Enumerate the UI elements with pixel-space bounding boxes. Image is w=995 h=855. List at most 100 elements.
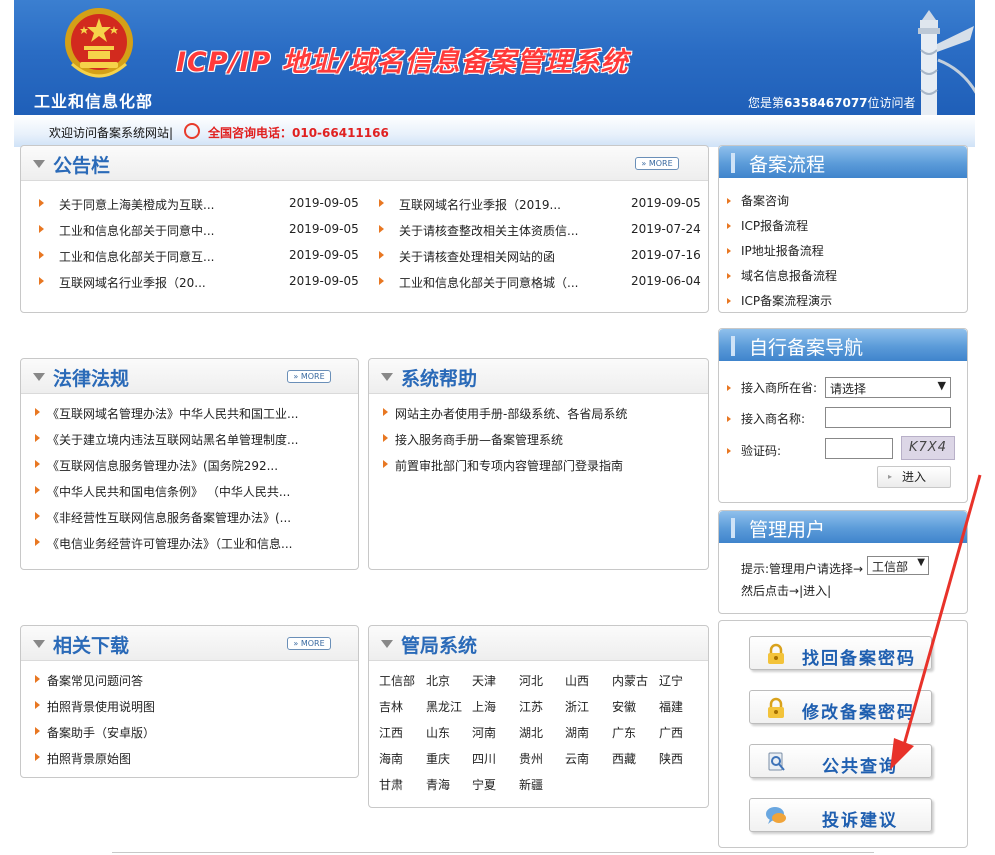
bureau-link[interactable]: 青海 — [426, 776, 450, 793]
process-item[interactable]: IP地址报备流程 — [727, 242, 824, 259]
bureau-link[interactable]: 海南 — [379, 750, 403, 767]
provider-name-input[interactable] — [825, 407, 951, 428]
help-item[interactable]: 网站主办者使用手册-部级系统、各省局系统 — [383, 405, 703, 423]
visitor-counter: 您是第6358467077位访问者 — [748, 94, 916, 111]
bullet-icon — [727, 198, 731, 204]
bureau-link[interactable]: 北京 — [426, 672, 450, 689]
announcement-item[interactable]: 互联网域名行业季报（20... 2019-09-05 — [39, 274, 359, 292]
help-item[interactable]: 接入服务商手册—备案管理系统 — [383, 431, 703, 449]
admin-title: 管理用户 — [749, 519, 826, 541]
province-select[interactable]: 请选择 ▼ — [825, 377, 951, 398]
download-item[interactable]: 拍照背景原始图 — [35, 750, 355, 768]
welcome-text: 欢迎访问备案系统网站| — [49, 126, 174, 140]
bureau-link[interactable]: 吉林 — [379, 698, 403, 715]
process-item[interactable]: 域名信息报备流程 — [727, 267, 837, 284]
bureau-link[interactable]: 江西 — [379, 724, 403, 741]
bureau-link[interactable]: 云南 — [565, 750, 589, 767]
bullet-icon — [379, 277, 384, 285]
bureau-link[interactable]: 上海 — [472, 698, 496, 715]
bureau-link[interactable]: 湖南 — [565, 724, 589, 741]
announcement-item[interactable]: 工业和信息化部关于同意中... 2019-09-05 — [39, 222, 359, 240]
bureau-link[interactable]: 河南 — [472, 724, 496, 741]
bureau-link[interactable]: 贵州 — [519, 750, 543, 767]
bullet-icon — [39, 199, 44, 207]
announcement-title: 公告栏 — [53, 155, 111, 177]
law-item[interactable]: 《关于建立境内违法互联网站黑名单管理制度... — [35, 431, 355, 449]
bureau-link[interactable]: 河北 — [519, 672, 543, 689]
bureau-link[interactable]: 天津 — [472, 672, 496, 689]
bullet-icon — [383, 460, 388, 468]
bureau-link[interactable]: 山东 — [426, 724, 450, 741]
bullet-icon — [727, 223, 731, 229]
announcement-item[interactable]: 工业和信息化部关于同意格城（... 2019-06-04 — [379, 274, 701, 292]
self-nav-header: 自行备案导航 — [719, 329, 967, 361]
complaint-button[interactable]: 投诉建议 — [749, 798, 932, 832]
announcement-item[interactable]: 互联网域名行业季报（2019... 2019-09-05 — [379, 196, 701, 214]
admin-then-text: 然后点击→|进入| — [741, 584, 832, 598]
announcement-more-button[interactable]: » MORE — [635, 157, 679, 170]
law-item[interactable]: 《互联网信息服务管理办法》(国务院292... — [35, 457, 355, 475]
download-item[interactable]: 备案助手（安卓版） — [35, 724, 355, 742]
admin-hint: 提示:管理用户请选择→ — [741, 562, 864, 576]
visitor-count: 6358467077 — [784, 96, 868, 110]
download-item[interactable]: 拍照背景使用说明图 — [35, 698, 355, 716]
process-header: 备案流程 — [719, 146, 967, 178]
site-header: 工业和信息化部 ICP/IP 地址/域名信息备案管理系统 您是第63584670… — [14, 0, 975, 115]
bureau-link[interactable]: 宁夏 — [472, 776, 496, 793]
bureau-link[interactable]: 浙江 — [565, 698, 589, 715]
bullet-icon — [379, 199, 384, 207]
bureau-link[interactable]: 四川 — [472, 750, 496, 767]
bureau-link[interactable]: 江苏 — [519, 698, 543, 715]
law-item[interactable]: 《电信业务经营许可管理办法》（工业和信息... — [35, 535, 355, 553]
bureau-title: 管局系统 — [401, 635, 478, 657]
bullet-icon — [35, 408, 40, 416]
bullet-icon — [35, 538, 40, 546]
captcha-label: 验证码: — [727, 442, 781, 459]
bullet-icon — [35, 727, 40, 735]
bureau-link[interactable]: 工信部 — [379, 672, 415, 689]
process-item[interactable]: ICP备案流程演示 — [727, 292, 832, 309]
bureau-link[interactable]: 新疆 — [519, 776, 543, 793]
admin-enter-link[interactable]: |进入| — [799, 584, 831, 598]
bullet-icon — [39, 225, 44, 233]
bureau-link[interactable]: 甘肃 — [379, 776, 403, 793]
law-item[interactable]: 《中华人民共和国电信条例》 （中华人民共... — [35, 483, 355, 501]
bureau-link[interactable]: 黑龙江 — [426, 698, 462, 715]
bullet-icon — [35, 512, 40, 520]
downloads-more-button[interactable]: » MORE — [287, 637, 331, 650]
bureau-link[interactable]: 西藏 — [612, 750, 636, 767]
captcha-input[interactable] — [825, 438, 893, 459]
ministry-name: 工业和信息化部 — [34, 92, 154, 111]
law-item[interactable]: 《互联网域名管理办法》中华人民共和国工业... — [35, 405, 355, 423]
bureau-link[interactable]: 陕西 — [659, 750, 683, 767]
announcement-item[interactable]: 关于请核查整改相关主体资质信... 2019-07-24 — [379, 222, 701, 240]
bureau-link[interactable]: 广西 — [659, 724, 683, 741]
bureau-link[interactable]: 内蒙古 — [612, 672, 648, 689]
laws-more-button[interactable]: » MORE — [287, 370, 331, 383]
bullet-icon — [727, 448, 731, 454]
hotline-text: 全国咨询电话：010-66411166 — [208, 126, 389, 140]
bureau-link[interactable]: 福建 — [659, 698, 683, 715]
bureau-link[interactable]: 山西 — [565, 672, 589, 689]
collapse-triangle-icon — [381, 373, 393, 381]
phone-icon — [184, 123, 200, 139]
captcha-image[interactable]: K7X4 — [901, 436, 955, 460]
downloads-panel: 相关下载 » MORE 备案常见问题问答 拍照背景使用说明图 备案助手（安卓版）… — [20, 625, 359, 778]
announcement-item[interactable]: 关于请核查处理相关网站的函 2019-07-16 — [379, 248, 701, 266]
law-item[interactable]: 《非经营性互联网信息服务备案管理办法》(... — [35, 509, 355, 527]
bullet-icon — [727, 298, 731, 304]
announcement-item[interactable]: 工业和信息化部关于同意互... 2019-09-05 — [39, 248, 359, 266]
laws-header: 法律法规 » MORE — [21, 359, 358, 394]
bureau-link[interactable]: 安徽 — [612, 698, 636, 715]
bureau-link[interactable]: 广东 — [612, 724, 636, 741]
bureau-panel: 管局系统 工信部 北京 天津 河北 山西 内蒙古 辽宁吉林 黑龙江 上海 江苏 浙江 安徽 福建江西 山东… — [368, 625, 709, 808]
process-item[interactable]: 备案咨询 — [727, 192, 789, 209]
help-item[interactable]: 前置审批部门和专项内容管理部门登录指南 — [383, 457, 703, 475]
collapse-triangle-icon — [33, 640, 45, 648]
download-item[interactable]: 备案常见问题问答 — [35, 672, 355, 690]
announcement-item[interactable]: 关于同意上海美橙成为互联... 2019-09-05 — [39, 196, 359, 214]
process-item[interactable]: ICP报备流程 — [727, 217, 808, 234]
bureau-link[interactable]: 辽宁 — [659, 672, 683, 689]
bureau-link[interactable]: 湖北 — [519, 724, 543, 741]
bureau-link[interactable]: 重庆 — [426, 750, 450, 767]
